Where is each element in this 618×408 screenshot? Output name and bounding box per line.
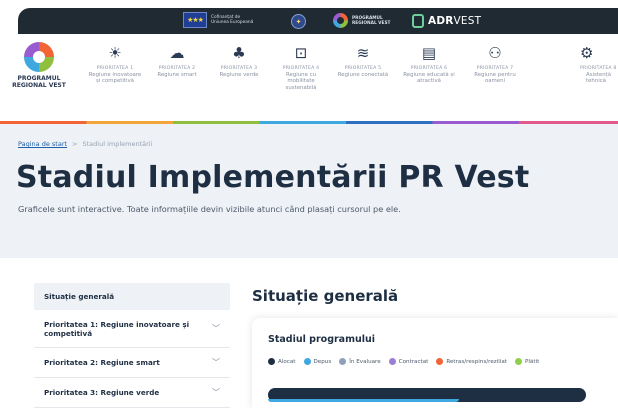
legend-item-alocat[interactable]: Alocat xyxy=(268,358,296,365)
eu-flag-icon: ★★★ xyxy=(183,12,207,28)
priority-name: Regiune conectată xyxy=(337,72,389,78)
government-crest-icon: ✦ xyxy=(291,14,306,29)
priority-number: PRIORITATEA 5 xyxy=(344,66,382,71)
chart-legend: Alocat Depus În Evaluare Contractat Retr… xyxy=(268,358,539,365)
sidebar-item-label: Situație generală xyxy=(44,292,115,301)
bus-icon: ⊡ xyxy=(294,44,308,62)
priority-7-link[interactable]: ⚇ PRIORITATEA 7 Regiune pentru oameni xyxy=(466,42,524,85)
program-status-bar[interactable] xyxy=(268,388,586,402)
road-icon: ≋ xyxy=(356,44,370,62)
tree-icon: ♣ xyxy=(232,44,246,62)
legend-label: Depus xyxy=(313,358,332,365)
sidebar-item-prioritatea-1[interactable]: Prioritatea 1: Regiune inovatoare și com… xyxy=(34,310,230,348)
legend-item-platit[interactable]: Plătit xyxy=(514,358,540,365)
program-logo: PROGRAMUL REGIONAL VEST xyxy=(333,13,392,28)
adr-vest-logo[interactable]: ADRVEST xyxy=(412,14,481,28)
priority-navigation: PROGRAMUL REGIONAL VEST ☀ PRIORITATEA 1 … xyxy=(0,34,618,124)
card-title: Stadiul programului xyxy=(268,334,376,345)
sidebar-item-label: Prioritatea 1: Regiune inovatoare și com… xyxy=(44,319,190,338)
legend-swatch xyxy=(436,358,444,365)
sidebar-item-prioritatea-3[interactable]: Prioritatea 3: Regiune verde ﹀ xyxy=(34,378,230,408)
legend-swatch xyxy=(339,358,347,365)
sidebar-navigation: Situație generală Prioritatea 1: Regiune… xyxy=(34,283,230,408)
program-status-card: Stadiul programului Alocat Depus În Eval… xyxy=(252,318,618,408)
chevron-down-icon: ﹀ xyxy=(212,324,220,333)
priority-number: PRIORITATEA 8 xyxy=(580,66,617,71)
top-logo-bar: ★★★ Cofinanțat de Uniunea Europeană ✦ PR… xyxy=(18,8,618,34)
chevron-down-icon: ﹀ xyxy=(212,358,220,367)
breadcrumb-separator: > xyxy=(72,140,78,148)
brand-logo-icon xyxy=(24,42,54,72)
sidebar-item-label: Prioritatea 2: Regiune smart xyxy=(44,358,160,367)
chevron-down-icon: ﹀ xyxy=(212,388,220,397)
sidebar-item-situatie-generala[interactable]: Situație generală xyxy=(34,283,230,310)
legend-label: Alocat xyxy=(278,358,296,365)
adr-logo-text: ADRVEST xyxy=(428,15,482,27)
support-icon: ⚙ xyxy=(580,44,594,62)
legend-label: În Evaluare xyxy=(349,358,381,365)
priority-number: PRIORITATEA 7 xyxy=(476,66,514,71)
page-title: Stadiul Implementării PR Vest xyxy=(16,160,530,195)
depus-bar-segment[interactable] xyxy=(268,399,459,402)
eu-logo-text: Cofinanțat de Uniunea Europeană xyxy=(211,15,254,25)
priority-1-link[interactable]: ☀ PRIORITATEA 1 Regiune inovatoare și co… xyxy=(86,42,144,85)
section-title: Situație generală xyxy=(252,287,399,305)
legend-label: Plătit xyxy=(524,358,540,365)
page-header: Pagina de start > Stadiul implementării … xyxy=(0,124,618,258)
legend-swatch xyxy=(268,358,275,365)
priority-name: Regiune educată și atractivă xyxy=(403,72,455,85)
priority-name: Regiune smart xyxy=(157,72,197,78)
priority-name: Regiune inovatoare și competitivă xyxy=(88,72,142,85)
priority-5-link[interactable]: ≋ PRIORITATEA 5 Regiune conectată xyxy=(334,42,392,78)
priority-number: PRIORITATEA 3 xyxy=(220,66,258,71)
cloud-icon: ☁ xyxy=(169,44,185,62)
legend-item-depus[interactable]: Depus xyxy=(303,358,332,365)
priority-3-link[interactable]: ♣ PRIORITATEA 3 Regiune verde xyxy=(210,42,268,78)
priority-2-link[interactable]: ☁ PRIORITATEA 2 Regiune smart xyxy=(148,42,206,78)
breadcrumb-current: Stadiul implementării xyxy=(82,140,153,148)
adr-icon xyxy=(412,14,424,28)
legend-label: Retras/respins/reziliat xyxy=(446,358,507,365)
lightbulb-icon: ☀ xyxy=(108,44,122,62)
sidebar-item-label: Prioritatea 3: Regiune verde xyxy=(44,388,160,397)
legend-label: Contractat xyxy=(398,358,429,365)
sidebar-item-prioritatea-2[interactable]: Prioritatea 2: Regiune smart ﹀ xyxy=(34,348,230,378)
brand-home-link[interactable]: PROGRAMUL REGIONAL VEST xyxy=(12,42,66,89)
breadcrumb-home-link[interactable]: Pagina de start xyxy=(18,140,67,148)
people-icon: ⚇ xyxy=(488,44,502,62)
program-ring-icon xyxy=(333,13,348,28)
legend-swatch xyxy=(388,358,396,365)
brand-name: PROGRAMUL REGIONAL VEST xyxy=(12,75,66,89)
breadcrumb: Pagina de start > Stadiul implementării xyxy=(18,140,152,148)
priority-8-link[interactable]: ⚙ PRIORITATEA 8 Asistență tehnică xyxy=(560,42,618,85)
priority-4-link[interactable]: ⊡ PRIORITATEA 4 Regiune cu mobilitate su… xyxy=(272,42,330,91)
priority-number: PRIORITATEA 4 xyxy=(282,66,320,71)
legend-item-contractat[interactable]: Contractat xyxy=(388,358,429,365)
priority-name: Regiune cu mobilitate sustenabilă xyxy=(285,72,317,91)
priority-name: Regiune pentru oameni xyxy=(474,72,516,85)
eu-logo: ★★★ Cofinanțat de Uniunea Europeană xyxy=(183,12,257,28)
priority-number: PRIORITATEA 2 xyxy=(158,66,196,71)
legend-item-in-evaluare[interactable]: În Evaluare xyxy=(339,358,381,365)
priority-6-link[interactable]: ▤ PRIORITATEA 6 Regiune educată și atrac… xyxy=(400,42,458,85)
legend-swatch xyxy=(303,358,311,365)
priority-number: PRIORITATEA 1 xyxy=(96,66,134,71)
legend-item-retras[interactable]: Retras/respins/reziliat xyxy=(436,358,507,365)
legend-swatch xyxy=(514,358,522,365)
priority-number: PRIORITATEA 6 xyxy=(410,66,448,71)
priority-name: Asistență tehnică xyxy=(586,72,612,85)
school-icon: ▤ xyxy=(421,44,437,62)
program-logo-text: PROGRAMUL REGIONAL VEST xyxy=(352,15,391,26)
priority-name: Regiune verde xyxy=(219,72,259,78)
page-subtitle: Graficele sunt interactive. Toate inform… xyxy=(18,204,401,214)
